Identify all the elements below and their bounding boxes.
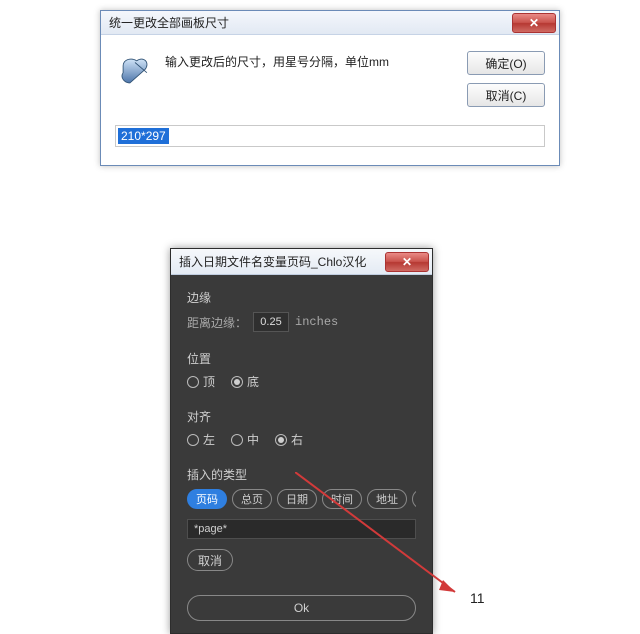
cancel-button[interactable]: 取消(C) — [467, 83, 545, 107]
dialog1-titlebar: 统一更改全部画板尺寸 ✕ — [101, 11, 559, 35]
close-icon: ✕ — [529, 16, 539, 30]
margin-input[interactable]: 0.25 — [253, 312, 289, 332]
radio-align-left[interactable]: 左 — [187, 431, 215, 448]
dialog2-body: 边缘 距离边缘： 0.25 inches 位置 顶 底 对齐 左 — [171, 275, 432, 633]
radio-align-right[interactable]: 右 — [275, 431, 303, 448]
radio-position-top[interactable]: 顶 — [187, 373, 215, 390]
section-insert-label: 插入的类型 — [187, 466, 416, 483]
align-radios: 左 中 右 — [187, 431, 416, 448]
resize-artboards-dialog: 统一更改全部画板尺寸 ✕ 输入更改后的尺寸，用星号分隔，单位mm — [100, 10, 560, 166]
dialog1-close-button[interactable]: ✕ — [512, 13, 556, 33]
insert-variable-dialog: 插入日期文件名变量页码_Chlo汉化 ✕ 边缘 距离边缘： 0.25 inche… — [170, 248, 433, 634]
radio-label: 右 — [291, 431, 303, 448]
dialog2-title: 插入日期文件名变量页码_Chlo汉化 — [179, 253, 366, 270]
dialog1-content-row: 输入更改后的尺寸，用星号分隔，单位mm 确定(O) 取消(C) — [115, 51, 545, 107]
dialog1-title: 统一更改全部画板尺寸 — [109, 14, 229, 31]
radio-icon — [187, 434, 199, 446]
radio-icon — [231, 434, 243, 446]
radio-label: 底 — [247, 373, 259, 390]
page-number: 11 — [470, 590, 485, 606]
radio-label: 左 — [203, 431, 215, 448]
radio-label: 中 — [247, 431, 259, 448]
radio-position-bottom[interactable]: 底 — [231, 373, 259, 390]
dialog2-cancel-button[interactable]: 取消 — [187, 549, 233, 571]
margin-label: 距离边缘： — [187, 314, 247, 331]
dialog1-buttons: 确定(O) 取消(C) — [467, 51, 545, 107]
chip-filename[interactable]: 文件名 — [412, 489, 416, 509]
variable-text-input[interactable] — [187, 519, 416, 539]
chip-totalpages[interactable]: 总页 — [232, 489, 272, 509]
chip-pagenum[interactable]: 页码 — [187, 489, 227, 509]
margin-unit: inches — [295, 315, 338, 329]
dialog2-ok-button[interactable]: Ok — [187, 595, 416, 621]
script-icon — [115, 51, 155, 91]
dialog1-message: 输入更改后的尺寸，用星号分隔，单位mm — [165, 51, 457, 70]
dialog2-close-button[interactable]: ✕ — [385, 252, 429, 272]
size-input[interactable]: 210*297 — [115, 125, 545, 147]
size-input-value: 210*297 — [118, 128, 169, 144]
chip-time[interactable]: 时间 — [322, 489, 362, 509]
ok-button[interactable]: 确定(O) — [467, 51, 545, 75]
radio-icon — [187, 376, 199, 388]
position-radios: 顶 底 — [187, 373, 416, 390]
dialog1-input-row: 210*297 — [115, 125, 545, 147]
section-position-label: 位置 — [187, 350, 416, 367]
section-margin-label: 边缘 — [187, 289, 416, 306]
insert-type-chips: 页码 总页 日期 时间 地址 文件名 — [187, 489, 416, 509]
radio-align-center[interactable]: 中 — [231, 431, 259, 448]
section-align-label: 对齐 — [187, 408, 416, 425]
chip-date[interactable]: 日期 — [277, 489, 317, 509]
dialog1-body: 输入更改后的尺寸，用星号分隔，单位mm 确定(O) 取消(C) 210*297 — [101, 35, 559, 165]
margin-row: 距离边缘： 0.25 inches — [187, 312, 416, 332]
radio-label: 顶 — [203, 373, 215, 390]
chip-path[interactable]: 地址 — [367, 489, 407, 509]
dialog2-titlebar: 插入日期文件名变量页码_Chlo汉化 ✕ — [171, 249, 432, 275]
radio-icon — [231, 376, 243, 388]
radio-icon — [275, 434, 287, 446]
close-icon: ✕ — [402, 255, 412, 269]
